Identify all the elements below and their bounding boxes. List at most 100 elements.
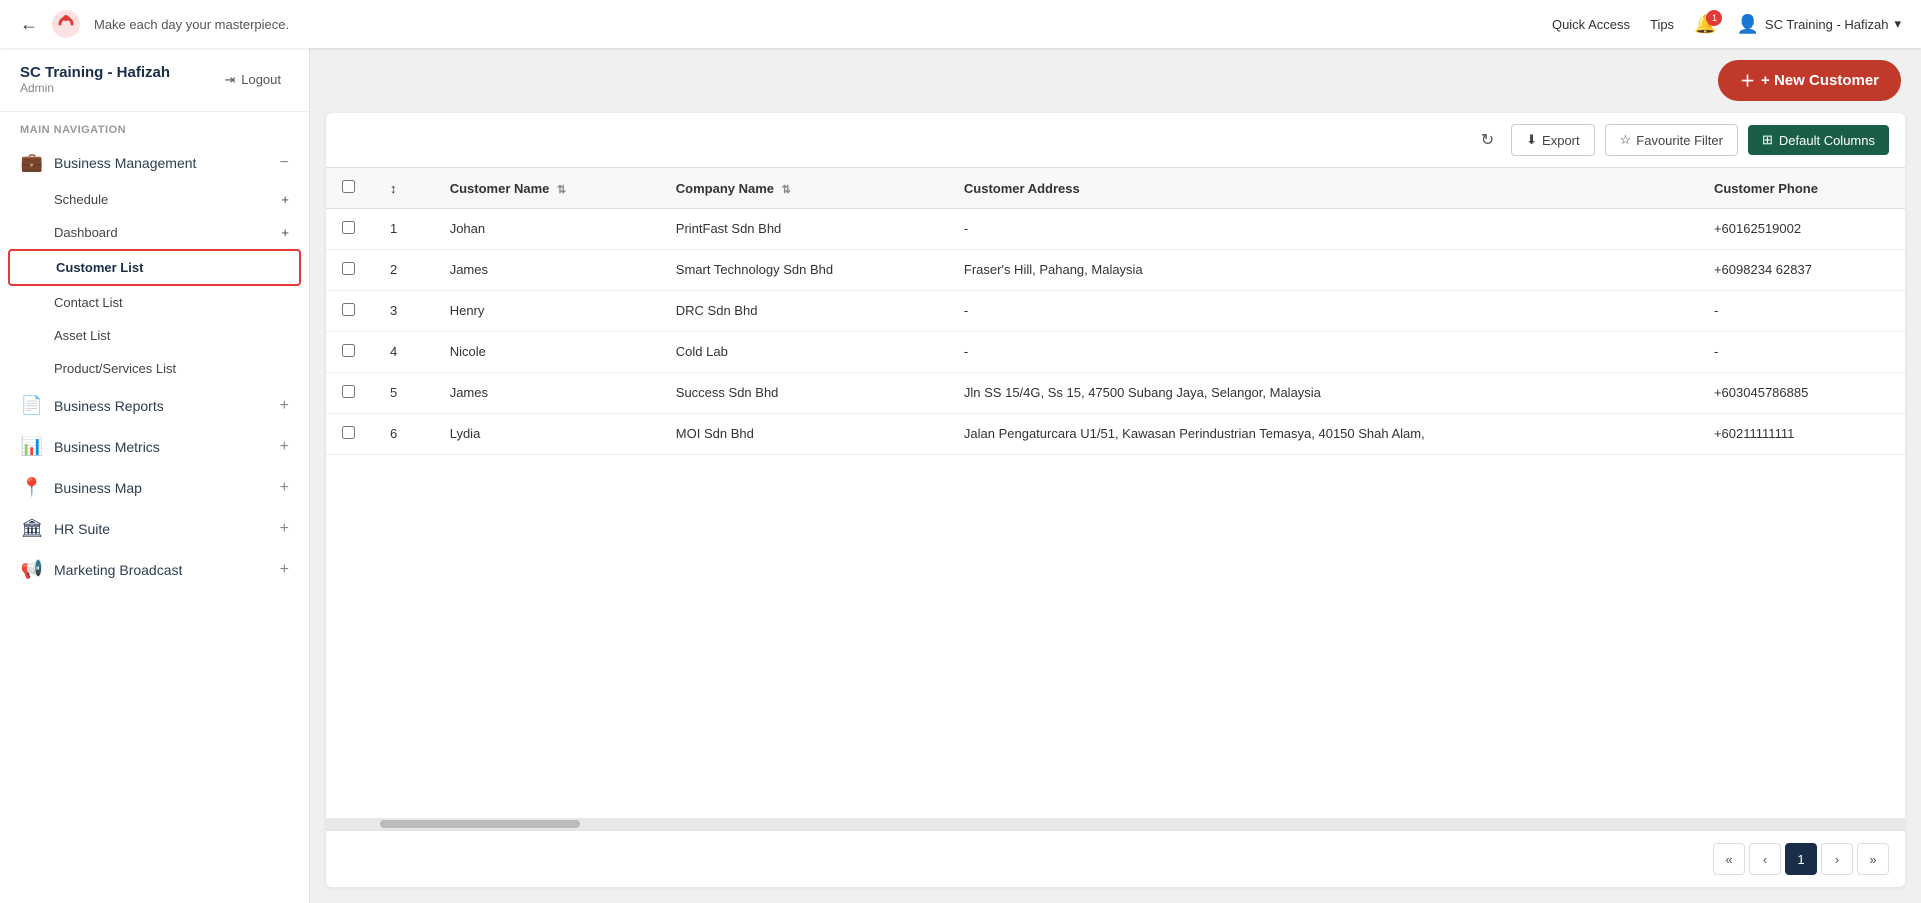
hr-suite-label: HR Suite [54,521,270,537]
sidebar-item-schedule[interactable]: Schedule + [0,183,309,216]
marketing-icon: 📢 [20,559,44,580]
sidebar-item-marketing-broadcast[interactable]: 📢 Marketing Broadcast + [0,549,309,590]
logout-button[interactable]: ⇥ Logout [216,68,289,92]
cell-phone: +60162519002 [1698,209,1905,250]
user-icon: 👤 [1736,14,1758,35]
favourite-filter-label: Favourite Filter [1636,133,1723,148]
company-name-col-label: Company Name [676,181,774,196]
cell-company-name: Cold Lab [660,332,948,373]
customer-list-label: Customer List [56,260,143,275]
export-icon: ⬇ [1526,132,1537,148]
row-checkbox-5[interactable] [342,426,355,439]
cell-index: 3 [374,291,434,332]
cell-customer-name: James [434,250,660,291]
sidebar: SC Training - Hafizah Admin ⇥ Logout MAI… [0,48,310,903]
navbar: ← Make each day your masterpiece. Quick … [0,0,1921,48]
back-button[interactable]: ← [20,14,38,35]
horizontal-scrollbar[interactable] [326,818,1905,830]
col-header-customer-phone[interactable]: Customer Phone [1698,168,1905,209]
cell-address: - [948,332,1698,373]
select-all-checkbox[interactable] [342,180,355,193]
table-toolbar: ↻ ⬇ Export ☆ Favourite Filter ⊞ Default … [326,113,1905,168]
customer-table: ↕ Customer Name ⇅ Company Name ⇅ [326,168,1905,455]
schedule-label: Schedule [54,192,108,207]
tips-link[interactable]: Tips [1650,17,1674,32]
pagination-next[interactable]: › [1821,843,1853,875]
customer-name-sort-icon: ⇅ [557,184,566,196]
col-header-customer-name[interactable]: Customer Name ⇅ [434,168,660,209]
cell-index: 5 [374,373,434,414]
export-label: Export [1542,133,1580,148]
pagination-last[interactable]: » [1857,843,1889,875]
col-header-company-name[interactable]: Company Name ⇅ [660,168,948,209]
sidebar-item-customer-list[interactable]: Customer List [8,249,301,286]
table-row[interactable]: 1 Johan PrintFast Sdn Bhd - +60162519002 [326,209,1905,250]
layout: SC Training - Hafizah Admin ⇥ Logout MAI… [0,48,1921,903]
cell-address: Fraser's Hill, Pahang, Malaysia [948,250,1698,291]
business-metrics-toggle: + [280,438,289,456]
sort-icon: ↕ [390,181,397,196]
sidebar-item-business-management[interactable]: 💼 Business Management − [0,142,309,183]
new-customer-label: + New Customer [1761,72,1879,89]
export-button[interactable]: ⬇ Export [1511,124,1594,156]
notification-bell[interactable]: 🔔 1 [1694,14,1716,35]
table-row[interactable]: 3 Henry DRC Sdn Bhd - - [326,291,1905,332]
customer-phone-col-label: Customer Phone [1714,181,1818,196]
cell-checkbox [326,250,374,291]
table-row[interactable]: 6 Lydia MOI Sdn Bhd Jalan Pengaturcara U… [326,414,1905,455]
customer-name-col-label: Customer Name [450,181,550,196]
sidebar-item-business-reports[interactable]: 📄 Business Reports + [0,385,309,426]
hr-suite-toggle: + [280,520,289,538]
sidebar-item-business-metrics[interactable]: 📊 Business Metrics + [0,426,309,467]
cell-company-name: DRC Sdn Bhd [660,291,948,332]
business-map-toggle: + [280,479,289,497]
table-wrapper[interactable]: ↕ Customer Name ⇅ Company Name ⇅ [326,168,1905,818]
sidebar-item-contact-list[interactable]: Contact List [0,286,309,319]
pagination-first[interactable]: « [1713,843,1745,875]
cell-address: - [948,209,1698,250]
business-map-label: Business Map [54,480,270,496]
row-checkbox-1[interactable] [342,262,355,275]
refresh-button[interactable]: ↻ [1474,123,1501,157]
schedule-toggle: + [281,192,289,207]
col-header-customer-address[interactable]: Customer Address [948,168,1698,209]
cell-company-name: Success Sdn Bhd [660,373,948,414]
quick-access-link[interactable]: Quick Access [1552,17,1630,32]
row-checkbox-4[interactable] [342,385,355,398]
row-checkbox-2[interactable] [342,303,355,316]
favourite-filter-button[interactable]: ☆ Favourite Filter [1605,124,1738,156]
default-columns-button[interactable]: ⊞ Default Columns [1748,125,1889,155]
main-content: ＋ + New Customer ↻ ⬇ Export ☆ Favourite … [310,48,1921,903]
marketing-broadcast-label: Marketing Broadcast [54,562,270,578]
col-header-sort[interactable]: ↕ [374,168,434,209]
table-header-row: ↕ Customer Name ⇅ Company Name ⇅ [326,168,1905,209]
table-row[interactable]: 5 James Success Sdn Bhd Jln SS 15/4G, Ss… [326,373,1905,414]
sidebar-item-hr-suite[interactable]: 🏛 HR Suite + [0,508,309,549]
sidebar-item-dashboard[interactable]: Dashboard + [0,216,309,249]
new-customer-button[interactable]: ＋ + New Customer [1718,60,1901,101]
sidebar-item-asset-list[interactable]: Asset List [0,319,309,352]
sidebar-user-info: SC Training - Hafizah Admin [20,64,170,95]
cell-company-name: MOI Sdn Bhd [660,414,948,455]
sidebar-item-product-services-list[interactable]: Product/Services List [0,352,309,385]
cell-checkbox [326,291,374,332]
cell-address: Jalan Pengaturcara U1/51, Kawasan Perind… [948,414,1698,455]
table-body: 1 Johan PrintFast Sdn Bhd - +60162519002… [326,209,1905,455]
pagination-prev[interactable]: ‹ [1749,843,1781,875]
sidebar-item-business-map[interactable]: 📍 Business Map + [0,467,309,508]
marketing-broadcast-toggle: + [280,561,289,579]
table-row[interactable]: 4 Nicole Cold Lab - - [326,332,1905,373]
cell-index: 6 [374,414,434,455]
user-menu[interactable]: 👤 SC Training - Hafizah ▾ [1736,14,1901,35]
table-row[interactable]: 2 James Smart Technology Sdn Bhd Fraser'… [326,250,1905,291]
row-checkbox-0[interactable] [342,221,355,234]
hr-icon: 🏛 [20,518,44,539]
logout-label: Logout [241,72,281,87]
action-bar: ＋ + New Customer [310,48,1921,113]
cell-index: 1 [374,209,434,250]
business-reports-label: Business Reports [54,398,270,414]
pagination-current[interactable]: 1 [1785,843,1817,875]
favourite-icon: ☆ [1620,132,1632,148]
cell-customer-name: Lydia [434,414,660,455]
row-checkbox-3[interactable] [342,344,355,357]
